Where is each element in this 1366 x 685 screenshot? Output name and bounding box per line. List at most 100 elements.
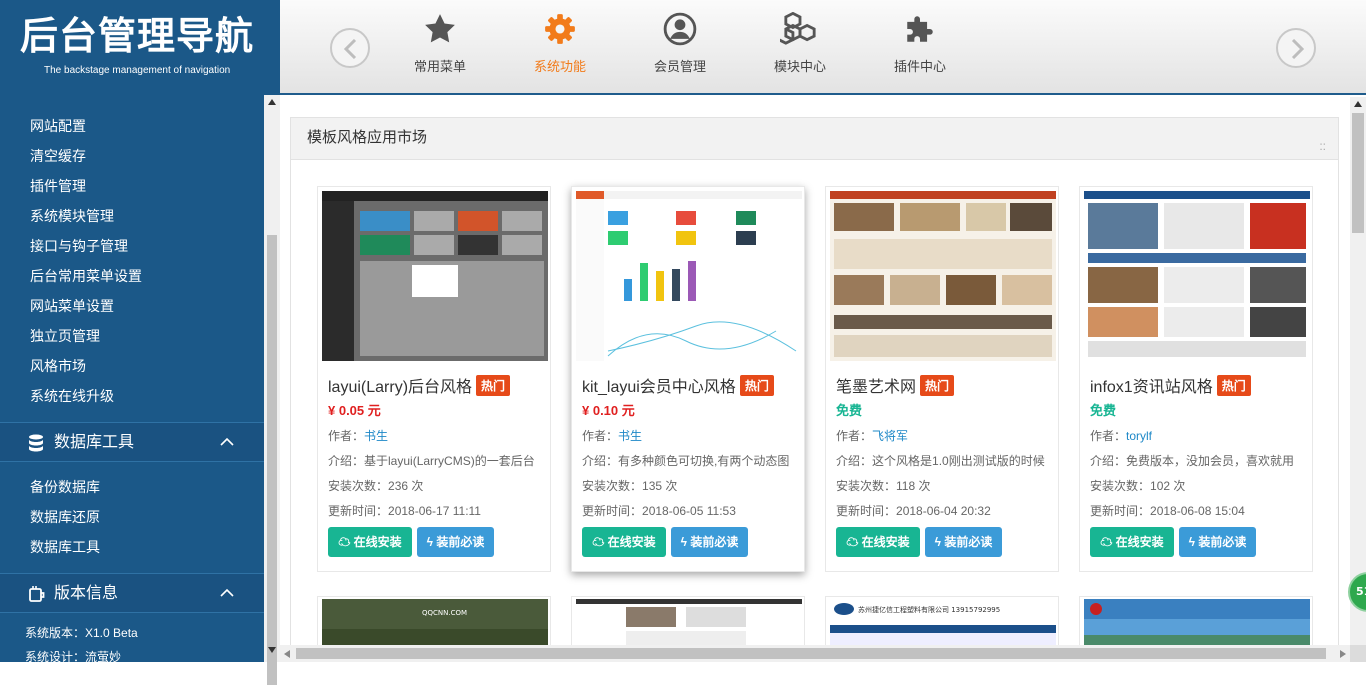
read-before-install-button[interactable]: ϟ 装前必读	[417, 527, 494, 557]
author-link[interactable]: 书生	[618, 429, 642, 443]
style-updated: 更新时间：2018-06-05 11:53	[582, 504, 736, 518]
style-preview-image[interactable]	[322, 191, 548, 361]
read-before-install-button[interactable]: ϟ 装前必读	[925, 527, 1002, 557]
style-installs: 安装次数：102 次	[1090, 479, 1186, 493]
style-intro: 介绍：免费版本，没加会员，喜欢就用	[1090, 454, 1295, 468]
main-scroll-thumb[interactable]	[1352, 113, 1364, 233]
read-before-install-button[interactable]: ϟ 装前必读	[671, 527, 748, 557]
author-link[interactable]: 书生	[364, 429, 388, 443]
style-card[interactable]: 苏州捷亿信工程塑料有限公司 13915792995	[825, 596, 1059, 645]
sidebar-item-style-market[interactable]: 风格市场	[0, 351, 264, 381]
sidebar-item-backup-db[interactable]: 备份数据库	[0, 472, 264, 502]
horizontal-scrollbar[interactable]	[280, 645, 1350, 662]
sidebar-item-online-upgrade[interactable]: 系统在线升级	[0, 381, 264, 411]
main-scrollbar[interactable]	[1350, 97, 1366, 645]
style-title[interactable]: 笔墨艺术网 热门	[836, 373, 955, 397]
sidebar-item-restore-db[interactable]: 数据库还原	[0, 502, 264, 532]
style-preview-image[interactable]: QQCNN.COM	[322, 599, 548, 645]
sidebar-scrollbar[interactable]	[264, 95, 280, 685]
style-card[interactable]	[1079, 596, 1313, 645]
sidebar-section-version[interactable]: 版本信息	[0, 573, 264, 613]
style-preview-image[interactable]	[1084, 599, 1310, 645]
style-preview-image[interactable]	[576, 191, 802, 361]
lightning-icon: ϟ	[1188, 535, 1195, 549]
sidebar-item-module-management[interactable]: 系统模块管理	[0, 201, 264, 231]
style-updated: 更新时间：2018-06-04 20:32	[836, 504, 991, 518]
cloud-download-icon: ☁	[592, 535, 605, 549]
cloud-download-icon: ☁	[338, 535, 351, 549]
nav-prev-button[interactable]	[330, 28, 370, 68]
sidebar-section-database[interactable]: 数据库工具	[0, 422, 264, 462]
sidebar-item-common-menu-settings[interactable]: 后台常用菜单设置	[0, 261, 264, 291]
style-intro: 介绍：有多种颜色可切换,有两个动态图	[582, 454, 790, 468]
style-card[interactable]: QQCNN.COM	[317, 596, 551, 645]
preview-layui-admin	[322, 191, 548, 361]
chevron-up-icon	[220, 588, 234, 597]
style-card[interactable]: kit_layui会员中心风格 热门 ¥ 0.10 元 作者：书生 介绍：有多种颜…	[571, 186, 805, 572]
scroll-right-arrow-icon	[1340, 650, 1346, 658]
sidebar-item-plugin-management[interactable]: 插件管理	[0, 171, 264, 201]
preview-caption: 苏州捷亿信工程塑料有限公司 13915792995	[858, 605, 1000, 614]
sidebar-item-hooks[interactable]: 接口与钩子管理	[0, 231, 264, 261]
logo-subtitle: The backstage management of navigation	[44, 65, 231, 76]
preview-infox1	[1084, 191, 1310, 361]
hot-badge: 热门	[1216, 375, 1251, 396]
style-card[interactable]: infox1资讯站风格 热门 免费 作者：torylf 介绍：免费版本，没加会员，…	[1079, 186, 1313, 572]
style-intro: 介绍：这个风格是1.0刚出测试版的时候	[836, 454, 1045, 468]
gear-icon	[545, 14, 575, 44]
sidebar-item-clear-cache[interactable]: 清空缓存	[0, 141, 264, 171]
scroll-down-arrow-icon	[268, 647, 276, 653]
install-online-button[interactable]: ☁ 在线安装	[328, 527, 412, 557]
preview-art-site	[830, 191, 1056, 361]
nav-tab-plugin-center[interactable]: 插件中心	[865, 12, 975, 82]
read-before-install-button[interactable]: ϟ 装前必读	[1179, 527, 1256, 557]
chevron-left-icon	[343, 39, 357, 59]
nav-tab-common-menu[interactable]: 常用菜单	[385, 12, 495, 82]
style-card[interactable]: layui(Larry)后台风格 热门 ¥ 0.05 元 作者：书生 介绍：基于l…	[317, 186, 551, 572]
style-card[interactable]	[571, 596, 805, 645]
style-author: 作者：书生	[328, 429, 389, 443]
sidebar: 网站配置 清空缓存 插件管理 系统模块管理 接口与钩子管理 后台常用菜单设置 网…	[0, 95, 264, 662]
author-link[interactable]: 飞将军	[872, 429, 908, 443]
style-preview-image[interactable]	[1084, 191, 1310, 361]
nav-tab-system-functions[interactable]: 系统功能	[505, 12, 615, 82]
install-online-button[interactable]: ☁ 在线安装	[836, 527, 920, 557]
logo-title: 后台管理导航	[20, 14, 255, 58]
main-content: 模板风格应用市场 :: layui(Larry)后台风格 热门 ¥ 0.05 元…	[280, 97, 1350, 645]
cubes-icon	[780, 12, 816, 45]
user-icon	[663, 12, 697, 46]
sidebar-item-db-tools[interactable]: 数据库工具	[0, 532, 264, 562]
style-title[interactable]: kit_layui会员中心风格 热门	[582, 373, 774, 397]
nav-tab-module-center[interactable]: 模块中心	[745, 12, 855, 82]
sidebar-item-page-management[interactable]: 独立页管理	[0, 321, 264, 351]
sidebar-item-site-menu-settings[interactable]: 网站菜单设置	[0, 291, 264, 321]
database-icon	[29, 434, 43, 452]
style-title[interactable]: infox1资讯站风格 热门	[1090, 373, 1251, 397]
style-updated: 更新时间：2018-06-17 11:11	[328, 504, 481, 518]
author-link[interactable]: torylf	[1126, 429, 1152, 443]
sidebar-scroll-thumb[interactable]	[267, 235, 277, 685]
scroll-up-arrow-icon	[1354, 101, 1362, 107]
preview-caption: QQCNN.COM	[422, 609, 467, 617]
preview-company-site: 苏州捷亿信工程塑料有限公司 13915792995	[830, 599, 1056, 645]
style-preview-image[interactable]	[830, 191, 1056, 361]
nav-next-button[interactable]	[1276, 28, 1316, 68]
nav-tab-label: 模块中心	[773, 59, 826, 74]
logo[interactable]: 后台管理导航 The backstage management of navig…	[0, 0, 280, 95]
nav-tab-member-management[interactable]: 会员管理	[625, 12, 735, 82]
horizontal-scroll-thumb[interactable]	[296, 648, 1326, 659]
cloud-download-icon: ☁	[1100, 535, 1113, 549]
style-title[interactable]: layui(Larry)后台风格 热门	[328, 373, 511, 397]
sidebar-item-site-config[interactable]: 网站配置	[0, 111, 264, 141]
hot-badge: 热门	[920, 375, 955, 396]
panel-header: 模板风格应用市场 ::	[291, 118, 1338, 160]
panel-drag-handle-icon[interactable]: ::	[1319, 126, 1326, 166]
style-author: 作者：torylf	[1090, 429, 1153, 443]
install-online-button[interactable]: ☁ 在线安装	[582, 527, 666, 557]
style-preview-image[interactable]: 苏州捷亿信工程塑料有限公司 13915792995	[830, 599, 1056, 645]
designer-info: 系统设计：流萤妙	[25, 650, 122, 662]
style-preview-image[interactable]	[576, 599, 802, 645]
style-card[interactable]: 笔墨艺术网 热门 免费 作者：飞将军 介绍：这个风格是1.0刚出测试版的时候 安装…	[825, 186, 1059, 572]
lightning-icon: ϟ	[934, 535, 941, 549]
install-online-button[interactable]: ☁ 在线安装	[1090, 527, 1174, 557]
